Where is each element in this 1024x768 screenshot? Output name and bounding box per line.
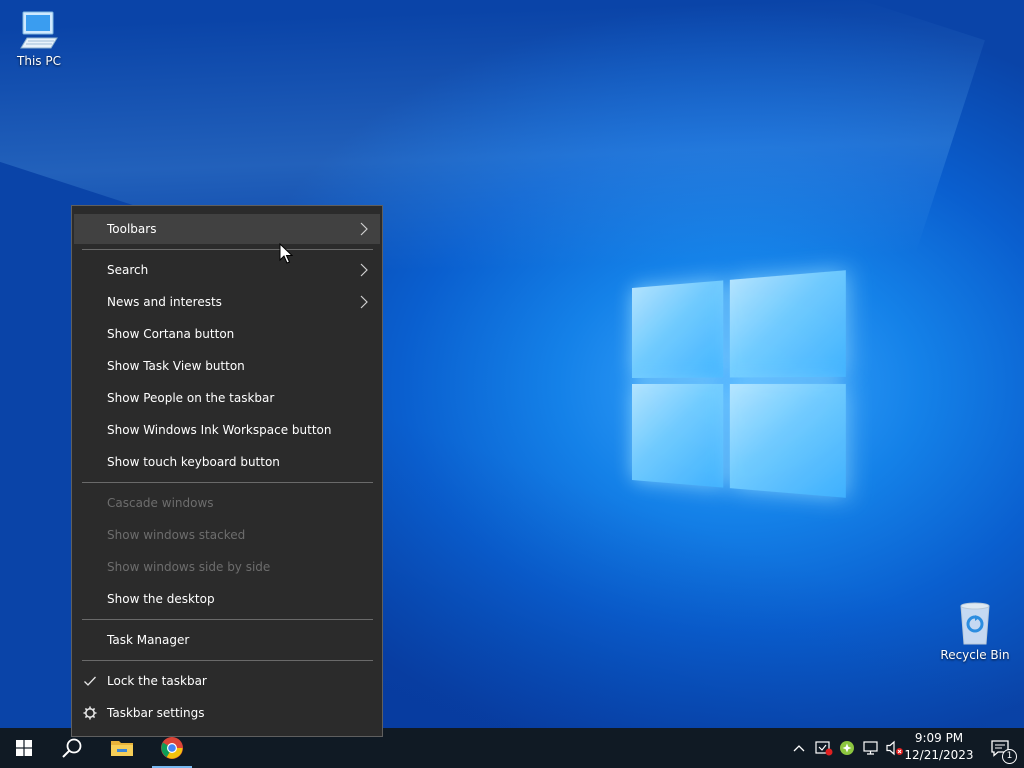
menu-item-label: Toolbars	[107, 222, 157, 236]
menu-item-label: Taskbar settings	[107, 706, 205, 720]
taskbar-clock[interactable]: 9:09 PM 12/21/2023	[904, 730, 974, 766]
start-button[interactable]	[0, 728, 48, 768]
logo-pane	[632, 280, 724, 378]
search-icon	[62, 738, 82, 758]
menu-item-label: Show windows stacked	[107, 528, 246, 542]
computer-icon	[20, 11, 58, 49]
menu-item-label: Search	[107, 263, 149, 277]
menu-item-news-and-interests[interactable]: News and interests	[74, 287, 380, 317]
menu-item-taskbar-settings[interactable]: Taskbar settings	[74, 698, 380, 728]
chevron-right-icon	[360, 222, 368, 236]
tray-app-icon[interactable]	[836, 728, 858, 768]
menu-item-label: Show People on the taskbar	[107, 391, 275, 405]
windows-wallpaper-logo	[632, 270, 846, 498]
desktop-icon-label: Recycle Bin	[940, 648, 1010, 662]
green-shield-icon	[840, 741, 854, 755]
tray-network-icon[interactable]	[860, 728, 884, 768]
menu-item-label: Show windows side by side	[107, 560, 271, 574]
menu-item-label: Show Windows Ink Workspace button	[107, 423, 332, 437]
desktop-icon-recycle-bin[interactable]: Recycle Bin	[938, 600, 1012, 662]
tray-volume-icon[interactable]	[884, 728, 906, 768]
menu-item-show-touch-keyboard[interactable]: Show touch keyboard button	[74, 447, 380, 477]
menu-separator	[82, 482, 373, 483]
chevron-right-icon	[360, 295, 368, 309]
volume-muted-icon	[886, 740, 903, 756]
menu-item-task-manager[interactable]: Task Manager	[74, 625, 380, 655]
windows-logo-icon	[16, 740, 32, 756]
action-center-button[interactable]: 1	[980, 728, 1020, 768]
menu-item-label: Cascade windows	[107, 496, 214, 510]
logo-pane	[632, 384, 724, 488]
menu-separator	[82, 660, 373, 661]
chevron-right-icon	[360, 263, 368, 277]
menu-item-label: Lock the taskbar	[107, 674, 207, 688]
desktop-icon-label: This PC	[17, 54, 61, 68]
menu-item-show-windows-side-by-side: Show windows side by side	[74, 552, 380, 582]
chrome-icon	[161, 737, 183, 759]
menu-separator	[82, 619, 373, 620]
chevron-up-icon	[793, 745, 805, 752]
menu-item-lock-the-taskbar[interactable]: Lock the taskbar	[74, 666, 380, 696]
show-hidden-icons-button[interactable]	[788, 728, 810, 768]
menu-item-label: Task Manager	[107, 633, 190, 647]
menu-item-show-task-view-button[interactable]: Show Task View button	[74, 351, 380, 381]
menu-item-label: News and interests	[107, 295, 222, 309]
mouse-cursor-icon	[279, 243, 293, 264]
menu-item-label: Show touch keyboard button	[107, 455, 280, 469]
menu-item-show-windows-stacked: Show windows stacked	[74, 520, 380, 550]
gear-icon	[83, 706, 97, 720]
menu-separator	[82, 249, 373, 250]
menu-item-show-ink-workspace[interactable]: Show Windows Ink Workspace button	[74, 415, 380, 445]
notification-count-badge: 1	[1002, 749, 1017, 764]
folder-icon	[111, 741, 133, 756]
recycle-bin-icon	[960, 602, 990, 645]
clock-time: 9:09 PM	[914, 731, 964, 745]
clock-date: 12/21/2023	[904, 748, 974, 762]
menu-item-show-people[interactable]: Show People on the taskbar	[74, 383, 380, 413]
checkmark-icon	[84, 676, 96, 686]
menu-item-show-the-desktop[interactable]: Show the desktop	[74, 584, 380, 614]
menu-item-label: Show Task View button	[107, 359, 245, 373]
menu-item-search[interactable]: Search	[74, 255, 380, 285]
menu-item-cascade-windows: Cascade windows	[74, 488, 380, 518]
logo-pane	[729, 384, 846, 498]
taskbar-context-menu: Toolbars Search News and interests Show …	[71, 205, 383, 737]
security-alert-icon	[815, 741, 833, 756]
menu-item-label: Show Cortana button	[107, 327, 235, 341]
menu-item-toolbars[interactable]: Toolbars	[74, 214, 380, 244]
desktop-icon-this-pc[interactable]: This PC	[2, 8, 76, 68]
logo-pane	[729, 270, 846, 378]
menu-item-label: Show the desktop	[107, 592, 215, 606]
network-icon	[863, 741, 878, 755]
menu-item-show-cortana-button[interactable]: Show Cortana button	[74, 319, 380, 349]
tray-security-icon[interactable]	[812, 728, 836, 768]
